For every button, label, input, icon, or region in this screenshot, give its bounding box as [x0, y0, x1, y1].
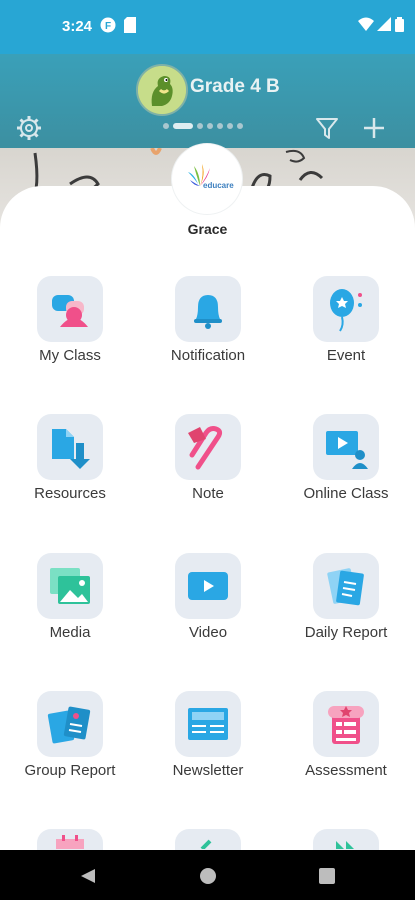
- menu-tile-assessment[interactable]: Assessment: [277, 691, 415, 801]
- pager-dot[interactable]: [207, 123, 213, 129]
- assessment-icon: [313, 691, 379, 757]
- menu-tile-video[interactable]: Video: [139, 553, 277, 663]
- system-nav-bar: [0, 850, 415, 900]
- menu-tile-newsletter[interactable]: Newsletter: [139, 691, 277, 801]
- online-class-icon: [313, 414, 379, 480]
- back-icon[interactable]: [79, 867, 97, 885]
- newsletter-icon: [175, 691, 241, 757]
- menu-tile-group-report[interactable]: Group Report: [1, 691, 139, 801]
- battery-icon: [395, 17, 404, 32]
- pager-dot[interactable]: [227, 123, 233, 129]
- tile-label: Newsletter: [172, 762, 244, 779]
- tile-label: Assessment: [305, 762, 387, 779]
- class-avatar[interactable]: [136, 64, 188, 116]
- pager-dot[interactable]: [163, 123, 169, 129]
- pager-dot-active[interactable]: [173, 123, 193, 129]
- status-time: 3:24: [62, 18, 93, 35]
- menu-tile-event[interactable]: Event: [277, 276, 415, 386]
- check-icon[interactable]: [175, 829, 241, 850]
- tile-label: Event: [326, 347, 366, 364]
- menu-tile-resources[interactable]: Resources: [1, 414, 139, 524]
- logo-text: educare: [203, 181, 234, 190]
- signal-icon: [377, 17, 391, 31]
- menu-tile-daily-report[interactable]: Daily Report: [277, 553, 415, 663]
- my-class-icon: [37, 276, 103, 342]
- tile-label: Resources: [34, 485, 106, 502]
- school-logo: educare: [172, 144, 242, 214]
- menu-tile-my-class[interactable]: My Class: [1, 276, 139, 386]
- class-title[interactable]: Grade 4 B: [190, 76, 280, 98]
- tile-label: Note: [192, 485, 224, 502]
- svg-text:F: F: [105, 21, 111, 32]
- daily-report-icon: [313, 553, 379, 619]
- pager-dot[interactable]: [217, 123, 223, 129]
- menu-tile-note[interactable]: Note: [139, 414, 277, 524]
- media-icon: [37, 553, 103, 619]
- wifi-icon: [358, 17, 374, 31]
- menu-tile-online-class[interactable]: Online Class: [277, 414, 415, 524]
- paperclip-icon: [175, 414, 241, 480]
- tile-label: Video: [188, 624, 228, 641]
- tile-label: Online Class: [303, 485, 389, 502]
- user-name: Grace: [187, 221, 228, 237]
- play-next-icon[interactable]: [313, 829, 379, 850]
- add-icon[interactable]: [360, 114, 388, 142]
- home-icon[interactable]: [199, 867, 217, 885]
- balloon-icon: [313, 276, 379, 342]
- gear-icon[interactable]: [15, 114, 43, 142]
- calendar-icon[interactable]: [37, 829, 103, 850]
- dinosaur-icon: [138, 66, 186, 114]
- resources-icon: [37, 414, 103, 480]
- sim-card-icon: [124, 17, 136, 33]
- filter-icon[interactable]: [313, 114, 341, 142]
- pager-dot[interactable]: [237, 123, 243, 129]
- pager-dot[interactable]: [197, 123, 203, 129]
- tile-label: Notification: [170, 347, 246, 364]
- educare-logo-icon: [188, 164, 210, 186]
- tile-label: Daily Report: [304, 624, 388, 641]
- status-bar: 3:24 F: [0, 0, 415, 54]
- menu-tile-notification[interactable]: Notification: [139, 276, 277, 386]
- tile-label: Media: [49, 624, 91, 641]
- group-report-icon: [37, 691, 103, 757]
- tile-label: My Class: [39, 347, 101, 364]
- class-header: [0, 54, 415, 150]
- recents-icon[interactable]: [318, 867, 336, 885]
- app-notification-icon: F: [100, 17, 116, 33]
- tile-label: Group Report: [24, 762, 116, 779]
- menu-tile-media[interactable]: Media: [1, 553, 139, 663]
- video-icon: [175, 553, 241, 619]
- bell-icon: [175, 276, 241, 342]
